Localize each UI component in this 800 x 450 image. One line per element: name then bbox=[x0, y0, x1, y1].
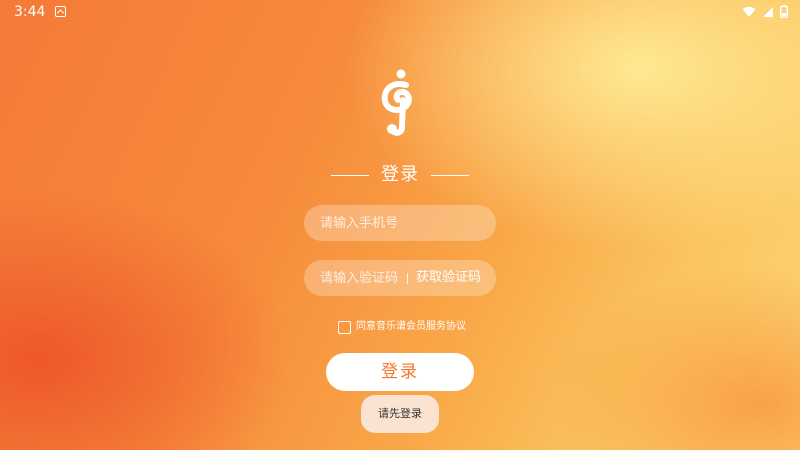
title-divider-left bbox=[331, 174, 369, 176]
status-icons bbox=[742, 5, 788, 18]
notification-app-icon bbox=[55, 6, 66, 17]
battery-icon bbox=[780, 5, 788, 18]
login-title-row: 登录 bbox=[300, 160, 500, 190]
title-divider-right bbox=[431, 174, 469, 176]
phone-field-container bbox=[304, 205, 496, 241]
status-time: 3:44 bbox=[14, 4, 46, 20]
agreement-link[interactable]: 同意音乐谱会员服务协议 bbox=[356, 318, 466, 336]
get-code-button[interactable]: 获取验证码 bbox=[416, 260, 481, 296]
agreement-checkbox[interactable] bbox=[338, 320, 351, 334]
wifi-icon bbox=[742, 6, 756, 17]
phone-input[interactable] bbox=[320, 205, 484, 241]
cellular-signal-icon bbox=[763, 6, 773, 17]
login-button[interactable]: 登录 bbox=[326, 353, 474, 391]
app-logo bbox=[376, 68, 424, 136]
agreement-row: 同意音乐谱会员服务协议 bbox=[338, 318, 466, 336]
music-note-logo-icon bbox=[381, 69, 412, 136]
page-title: 登录 bbox=[381, 164, 419, 185]
code-divider bbox=[407, 273, 408, 284]
prelogin-button[interactable]: 请先登录 bbox=[361, 395, 439, 433]
verification-code-input[interactable] bbox=[320, 260, 404, 296]
code-field-container: 获取验证码 bbox=[304, 260, 496, 296]
status-bar: 3:44 bbox=[0, 0, 800, 24]
